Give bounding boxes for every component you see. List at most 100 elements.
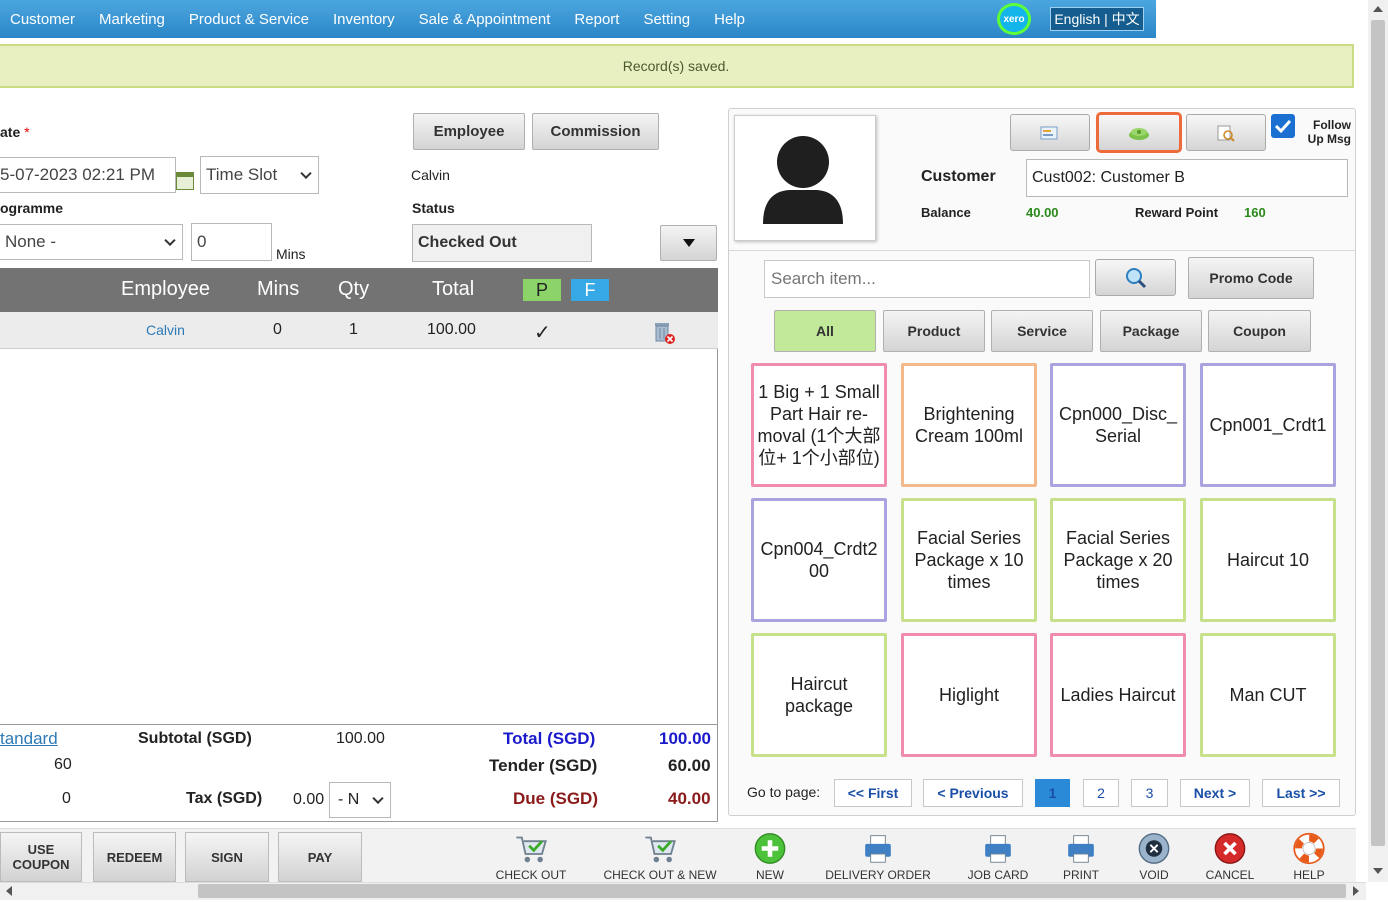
scroll-left-icon[interactable] — [6, 886, 12, 896]
scroll-down-icon[interactable] — [1373, 868, 1383, 874]
cancel-icon — [1214, 833, 1246, 864]
item-tile[interactable]: Higlight — [901, 633, 1037, 757]
row-employee-link[interactable]: Calvin — [146, 322, 185, 338]
plus-icon — [754, 833, 786, 864]
tender-value: 60.00 — [668, 756, 711, 775]
time-slot-select[interactable]: Time Slot — [200, 156, 319, 194]
tax-select[interactable]: - N — [329, 782, 391, 818]
check-out-new-tool[interactable]: CHECK OUT & NEW — [598, 832, 722, 882]
scroll-right-icon[interactable] — [1353, 886, 1359, 896]
page-previous-button[interactable]: < Previous — [923, 779, 1023, 807]
programme-select[interactable]: None - — [0, 224, 183, 260]
nav-inventory[interactable]: Inventory — [333, 11, 395, 28]
promo-code-button[interactable]: Promo Code — [1188, 257, 1314, 299]
employee-button[interactable]: Employee — [413, 113, 525, 150]
search-button[interactable] — [1095, 259, 1176, 296]
programme-label: ogramme — [0, 200, 64, 216]
row-qty: 1 — [349, 321, 358, 338]
check-out-new-label: CHECK OUT & NEW — [603, 868, 717, 882]
standard-link[interactable]: tandard — [0, 729, 58, 749]
use-coupon-button[interactable]: USE COUPON — [0, 832, 82, 882]
page-next-button[interactable]: Next > — [1180, 779, 1250, 807]
search-customer-button[interactable] — [1186, 114, 1266, 151]
commission-button[interactable]: Commission — [532, 113, 659, 150]
follow-up-line1: Follow — [1313, 118, 1351, 132]
save-notice: Record(s) saved. — [0, 44, 1354, 88]
due-value: 40.00 — [668, 789, 711, 808]
caret-down-icon — [682, 239, 695, 247]
nav-sale-appointment[interactable]: Sale & Appointment — [419, 11, 551, 28]
item-tile[interactable]: Brightening Cream 100ml — [901, 363, 1037, 487]
date-input[interactable]: 5-07-2023 02:21 PM — [0, 157, 176, 193]
pay-button[interactable]: PAY — [278, 832, 362, 882]
cash-button[interactable] — [1096, 112, 1182, 153]
delete-icon[interactable] — [651, 320, 677, 346]
filter-coupon[interactable]: Coupon — [1208, 310, 1311, 352]
chevron-down-icon — [300, 167, 312, 180]
nav-product-service[interactable]: Product & Service — [189, 11, 309, 28]
filter-service[interactable]: Service — [991, 310, 1093, 352]
print-tool[interactable]: PRINT — [1056, 832, 1106, 882]
col-qty: Qty — [338, 278, 370, 300]
item-tile[interactable]: Cpn004_Crdt2 00 — [751, 498, 887, 622]
item-tile[interactable]: Ladies Haircut — [1050, 633, 1186, 757]
printer-icon — [985, 835, 1011, 863]
cancel-tool[interactable]: CANCEL — [1202, 832, 1258, 882]
item-tile[interactable]: Cpn000_Disc_ Serial — [1050, 363, 1186, 487]
redeem-button[interactable]: REDEEM — [93, 832, 176, 882]
new-tool[interactable]: NEW — [745, 832, 795, 882]
nav-setting[interactable]: Setting — [643, 11, 690, 28]
item-tile[interactable]: Facial Series Package x 10 times — [901, 498, 1037, 622]
nav-report[interactable]: Report — [574, 11, 619, 28]
sign-button[interactable]: SIGN — [185, 832, 269, 882]
filter-product[interactable]: Product — [883, 310, 985, 352]
page-3-button[interactable]: 3 — [1131, 779, 1168, 807]
void-disc-icon — [1138, 833, 1170, 864]
item-tile[interactable]: Facial Series Package x 20 times — [1050, 498, 1186, 622]
item-tile[interactable]: Haircut package — [751, 633, 887, 757]
page-last-button[interactable]: Last >> — [1262, 779, 1340, 807]
panel-divider — [729, 250, 1355, 251]
total-value: 100.00 — [659, 729, 711, 748]
mins-input[interactable]: 0 — [191, 223, 272, 261]
check-out-tool[interactable]: CHECK OUT — [491, 832, 571, 882]
col-mins: Mins — [257, 278, 300, 300]
xero-logo[interactable]: xero — [997, 3, 1031, 35]
delivery-order-tool[interactable]: DELIVERY ORDER — [820, 832, 936, 882]
follow-up-checkbox[interactable] — [1271, 114, 1295, 138]
nav-help[interactable]: Help — [714, 11, 745, 28]
row-check: ✓ — [534, 322, 551, 344]
search-input[interactable] — [764, 260, 1090, 298]
reward-label: Reward Point — [1135, 205, 1219, 220]
void-tool[interactable]: VOID — [1129, 832, 1179, 882]
help-tool[interactable]: HELP — [1284, 832, 1334, 882]
date-label-text: ate — [0, 124, 21, 140]
scroll-up-icon[interactable] — [1373, 6, 1383, 12]
col-total: Total — [432, 278, 475, 300]
edit-customer-button[interactable] — [1010, 114, 1090, 151]
search-list-icon — [1217, 125, 1235, 142]
programme-value: None - — [5, 232, 57, 251]
horizontal-scroll-thumb[interactable] — [198, 884, 1346, 898]
job-card-tool[interactable]: JOB CARD — [965, 832, 1031, 882]
check-out-label: CHECK OUT — [495, 868, 567, 882]
filter-package[interactable]: Package — [1100, 310, 1202, 352]
nav-marketing[interactable]: Marketing — [99, 11, 165, 28]
item-tile[interactable]: Man CUT — [1200, 633, 1336, 757]
item-tile[interactable]: Cpn001_Crdt1 — [1200, 363, 1336, 487]
item-tile[interactable]: 1 Big + 1 Small Part Hair re-moval (1个大部… — [751, 363, 887, 487]
status-dropdown-button[interactable] — [660, 225, 717, 261]
page-1-button[interactable]: 1 — [1035, 779, 1070, 807]
customer-field[interactable]: Cust002: Customer B — [1026, 159, 1348, 197]
filter-all[interactable]: All — [774, 310, 876, 352]
nav-customer[interactable]: Customer — [10, 11, 75, 28]
language-switch[interactable]: English | 中文 — [1050, 7, 1144, 31]
tax-value: 0.00 — [293, 791, 325, 808]
page-2-button[interactable]: 2 — [1083, 779, 1119, 807]
calendar-icon[interactable] — [176, 172, 194, 190]
vertical-scroll-thumb[interactable] — [1371, 20, 1385, 846]
page-first-button[interactable]: << First — [834, 779, 912, 807]
item-tile[interactable]: Haircut 10 — [1200, 498, 1336, 622]
left-value-1: 60 — [54, 756, 72, 773]
follow-up-label: Follow Up Msg — [1299, 118, 1351, 146]
